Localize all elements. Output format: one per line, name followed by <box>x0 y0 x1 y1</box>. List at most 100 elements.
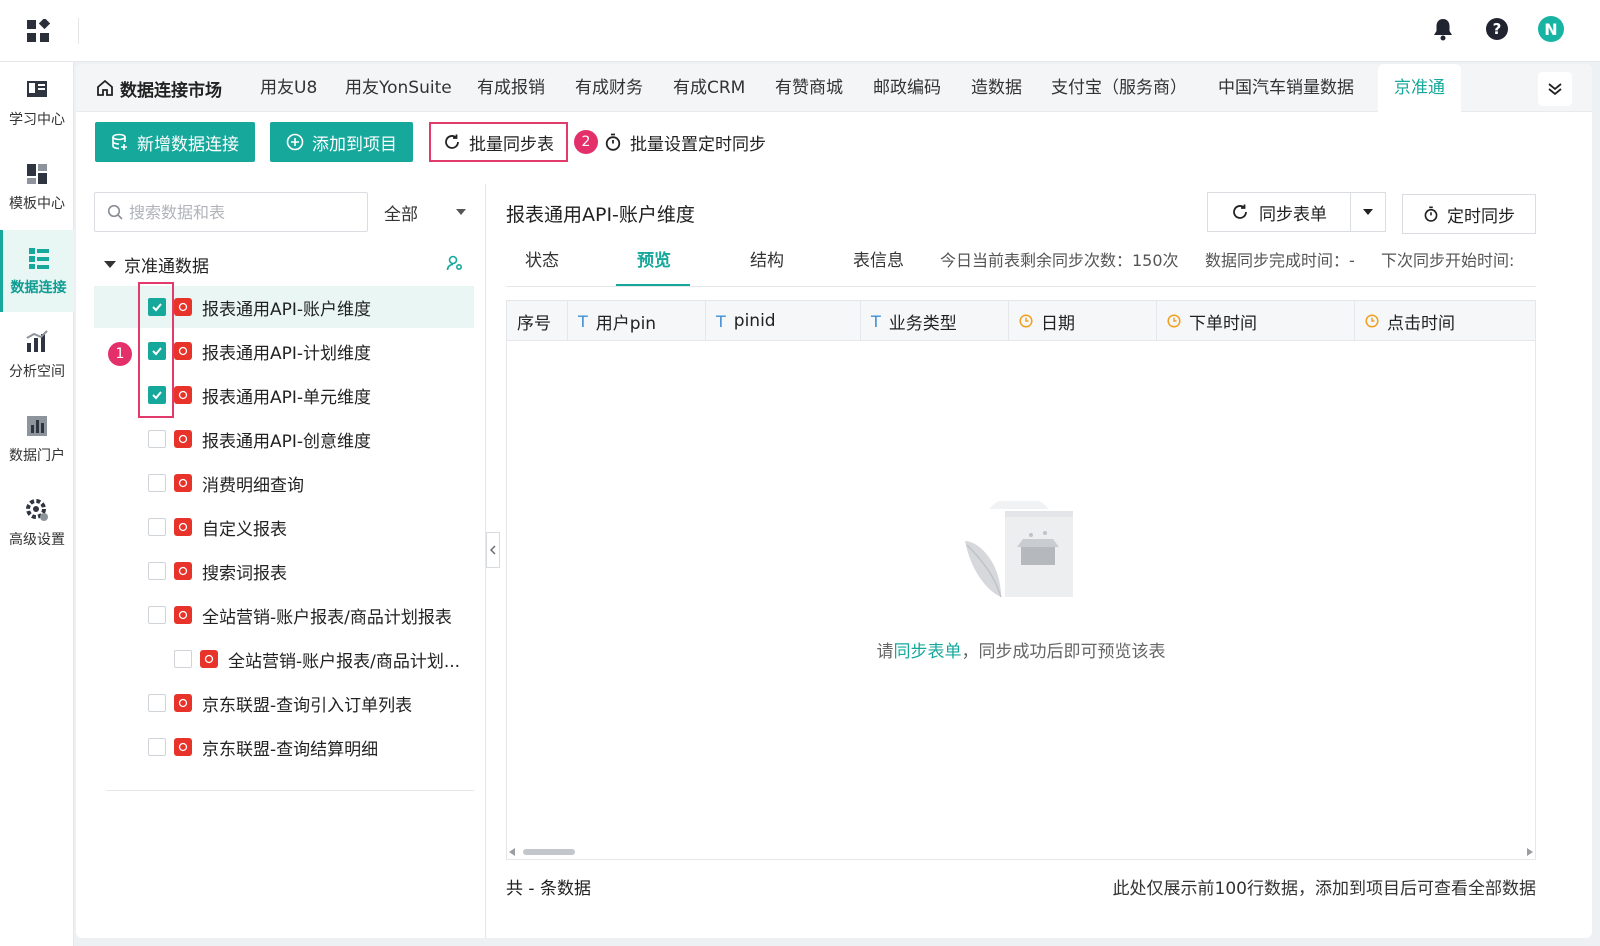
analysis-icon <box>26 330 48 352</box>
main-panel: 数据连接市场 用友U8 用友YonSuite 有成报销 有成财务 有成CRM 有… <box>76 64 1592 938</box>
template-icon <box>27 164 47 184</box>
tab-home[interactable]: 数据连接市场 <box>96 64 222 112</box>
sync-form-link[interactable]: 同步表单 <box>894 642 962 662</box>
tab-alipay[interactable]: 支付宝（服务商） <box>1051 64 1187 112</box>
help-icon[interactable]: ? <box>1484 16 1510 42</box>
portal-icon <box>27 416 47 436</box>
nav-advanced-settings[interactable]: 高级设置 <box>0 482 74 564</box>
col-header-click-time[interactable]: 点击时间 <box>1355 301 1535 341</box>
user-settings-icon[interactable] <box>446 254 464 272</box>
chevron-left-icon <box>490 545 496 555</box>
horizontal-scrollbar[interactable] <box>507 845 1535 859</box>
col-header-date[interactable]: 日期 <box>1009 301 1157 341</box>
tab-bar: 数据连接市场 用友U8 用友YonSuite 有成报销 有成财务 有成CRM 有… <box>76 64 1592 112</box>
row-count: 共 - 条数据 <box>506 879 591 899</box>
apps-grid-icon[interactable] <box>26 19 50 43</box>
nav-data-connection[interactable]: 数据连接 <box>0 230 74 312</box>
avatar[interactable]: N <box>1538 16 1564 42</box>
checkbox[interactable] <box>148 738 166 756</box>
tree-item-label: 报表通用API-计划维度 <box>202 343 372 364</box>
sync-form-button[interactable]: 同步表单 <box>1207 192 1351 232</box>
col-header-user-pin[interactable]: T 用户pin <box>568 301 706 341</box>
col-header-index[interactable]: 序号 <box>507 301 568 341</box>
jd-source-icon <box>174 606 192 624</box>
clock-icon <box>1019 314 1033 328</box>
tab-youzan[interactable]: 有赞商城 <box>775 64 843 112</box>
tree-root-node[interactable]: 京准通数据 <box>104 248 474 280</box>
grid-header: 序号 T 用户pin T pinid T 业务类型 日期 下单时间 点击时间 <box>507 301 1535 341</box>
subtab-status[interactable]: 状态 <box>525 236 559 286</box>
preview-limit-note: 此处仅展示前100行数据，添加到项目后可查看全部数据 <box>1112 879 1536 899</box>
checkbox[interactable] <box>148 474 166 492</box>
subtab-table-info[interactable]: 表信息 <box>853 236 904 286</box>
tree-item[interactable]: 全站营销-账户报表/商品计划报表 <box>94 594 474 636</box>
sync-dropdown-button[interactable] <box>1350 192 1386 232</box>
table-title: 报表通用API-账户维度 <box>506 204 695 226</box>
new-data-connection-button[interactable]: 新增数据连接 <box>95 122 255 162</box>
bell-icon[interactable] <box>1430 16 1456 42</box>
tree-item[interactable]: 京东联盟-查询结算明细 <box>94 726 474 768</box>
tree-item[interactable]: 全站营销-账户报表/商品计划... <box>94 638 474 680</box>
checkbox[interactable] <box>174 650 192 668</box>
subtab-preview[interactable]: 预览 <box>637 236 671 286</box>
nav-template-center[interactable]: 模板中心 <box>0 146 74 228</box>
checkbox[interactable] <box>148 694 166 712</box>
col-header-label: 用户pin <box>595 313 657 334</box>
search-input[interactable] <box>129 202 349 222</box>
tree-item[interactable]: 报表通用API-创意维度 <box>94 418 474 460</box>
scope-select[interactable]: 全部 <box>380 192 470 232</box>
checkbox[interactable] <box>148 430 166 448</box>
scrollbar-thumb[interactable] <box>523 849 575 855</box>
checkbox[interactable] <box>148 562 166 580</box>
col-header-order-time[interactable]: 下单时间 <box>1157 301 1355 341</box>
tab-youcheng-caiwu[interactable]: 有成财务 <box>575 64 643 112</box>
col-header-label: 点击时间 <box>1387 313 1455 334</box>
add-to-project-button[interactable]: 添加到项目 <box>270 122 413 162</box>
tab-youcheng-crm[interactable]: 有成CRM <box>673 64 745 112</box>
tab-mock-data[interactable]: 造数据 <box>971 64 1022 112</box>
nav-label: 模板中心 <box>9 196 65 212</box>
checkbox[interactable] <box>148 606 166 624</box>
col-header-business-type[interactable]: T 业务类型 <box>861 301 1009 341</box>
next-sync-time: 下次同步开始时间: <box>1381 251 1515 270</box>
collapse-panel-button[interactable] <box>486 532 500 568</box>
nav-label: 高级设置 <box>9 532 65 548</box>
clock-icon <box>1365 314 1379 328</box>
tab-yonyou-u8[interactable]: 用友U8 <box>260 64 317 112</box>
nav-analysis-space[interactable]: 分析空间 <box>0 314 74 396</box>
empty-state-illustration <box>965 501 1073 598</box>
tabs-more-button[interactable] <box>1538 72 1572 106</box>
learn-icon <box>27 81 47 97</box>
tab-jingzhuntong[interactable]: 京准通 <box>1378 64 1461 112</box>
caret-down-icon[interactable] <box>104 258 116 270</box>
batch-sync-label: 批量同步表 <box>469 134 554 155</box>
top-bar: ? N <box>0 0 1600 62</box>
tab-yonsuite[interactable]: 用友YonSuite <box>345 64 452 112</box>
col-header-pinid[interactable]: T pinid <box>706 301 861 341</box>
nav-learning-center[interactable]: 学习中心 <box>0 62 74 144</box>
tree-root-label: 京准通数据 <box>124 256 209 277</box>
batch-sync-button[interactable]: 批量同步表 <box>429 122 568 162</box>
svg-text:?: ? <box>1493 20 1502 38</box>
tab-youcheng-baoxiao[interactable]: 有成报销 <box>477 64 545 112</box>
sync-form-label: 同步表单 <box>1259 204 1327 225</box>
tree-item[interactable]: 自定义报表 <box>94 506 474 548</box>
nav-data-portal[interactable]: 数据门户 <box>0 398 74 480</box>
nav-label: 分析空间 <box>9 364 65 380</box>
tab-postcode[interactable]: 邮政编码 <box>873 64 941 112</box>
tree-item[interactable]: 京东联盟-查询引入订单列表 <box>94 682 474 724</box>
batch-timer-sync-button[interactable]: 批量设置定时同步 <box>604 122 766 162</box>
scroll-right-arrow-icon[interactable] <box>1527 848 1533 856</box>
left-nav: 学习中心 模板中心 数据连接 分析空间 数据门户 高级设置 <box>0 62 74 946</box>
jd-source-icon <box>174 518 192 536</box>
checkbox[interactable] <box>148 518 166 536</box>
scroll-left-arrow-icon[interactable] <box>509 848 515 856</box>
timer-sync-button[interactable]: 定时同步 <box>1402 194 1536 234</box>
subtab-structure[interactable]: 结构 <box>750 236 784 286</box>
batch-timer-label: 批量设置定时同步 <box>630 134 766 155</box>
timer-sync-label: 定时同步 <box>1447 206 1515 227</box>
tree-item[interactable]: 搜索词报表 <box>94 550 474 592</box>
scope-select-value: 全部 <box>384 204 418 225</box>
tree-item[interactable]: 消费明细查询 <box>94 462 474 504</box>
tab-car-sales[interactable]: 中国汽车销量数据 <box>1218 64 1354 112</box>
